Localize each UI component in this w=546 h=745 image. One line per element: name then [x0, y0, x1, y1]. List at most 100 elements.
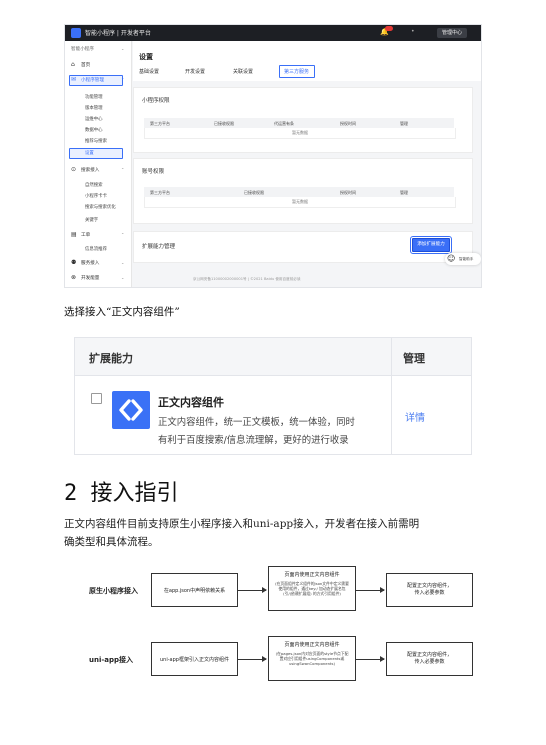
footer-text: 京公网安备11000002000001号 | ©2021 Baidu 使用百度前…: [193, 277, 301, 281]
sidebar-item-label: 搜索接入: [81, 168, 100, 173]
search-icon: ⊙: [71, 166, 77, 173]
flow-row2-step2: 页面内使用正文内容组件 (在pages.json内对应页面的style节点下配置…: [268, 636, 356, 681]
mini-program-permission-card: 小程序权限 第三方平台 已接收权限 代运营有条 授权时间 管理 暂无数据: [133, 87, 473, 153]
sidebar-sub-data[interactable]: 数据中心: [85, 127, 103, 133]
step-note: (在页面组件定义组件的json文件中定义需要使用的组件，通过key:/ 加动态扩…: [275, 581, 349, 596]
paragraph-line-2: 确类型和具体流程。: [64, 536, 159, 548]
document-icon: ▤: [71, 231, 77, 238]
flow-row1-step3: 配置正文内容组件， 传入必要参数: [386, 573, 473, 607]
column-divider: [391, 338, 392, 454]
section-title: 小程序权限: [142, 98, 170, 104]
table-header: 第三方平台 已接收权限 代运营有条 授权时间 管理: [144, 118, 454, 128]
column-header: 已接收权限: [244, 190, 264, 195]
sidebar-selected-highlight: [69, 148, 123, 159]
column-header: 授权时间: [340, 121, 356, 126]
section-heading: 2 接入指引: [64, 481, 179, 506]
flow-row1-label: 原生小程序接入: [89, 587, 138, 595]
step-text: 在app.json中声明依赖关系: [163, 588, 226, 594]
sidebar-item-label: 工单: [81, 233, 91, 238]
console-button[interactable]: 管理中心: [437, 28, 467, 38]
account-permission-card: 账号权限 第三方平台 已接收权限 授权时间 管理 暂无数据: [133, 158, 473, 224]
chevron-up-icon: ⌃: [121, 232, 125, 237]
step-title: 页面内使用正文内容组件: [284, 642, 340, 648]
flow-row2-step1: uni-app框架引入正文内容组件: [151, 642, 238, 676]
figure-caption: 选择接入“正文内容组件”: [64, 306, 180, 318]
empty-state: 暂无数据: [144, 128, 456, 139]
sidebar-item-label: 首页: [81, 63, 91, 68]
column-header-ability: 扩展能力: [89, 352, 133, 365]
sidebar-sub-ops[interactable]: 运维中心: [85, 116, 103, 122]
detail-link[interactable]: 详情: [405, 409, 425, 424]
notification-badge: [385, 26, 393, 31]
chevrons-logo-icon: [119, 399, 143, 421]
sidebar-item-label: 服务接入: [81, 261, 100, 266]
column-header: 代运营有条: [274, 121, 294, 126]
step-text: uni-app框架引入正文内容组件: [160, 657, 229, 663]
robot-icon: ☺: [447, 254, 456, 263]
flow-arrow: [238, 587, 267, 593]
component-logo-icon: [112, 391, 150, 429]
column-header: 管理: [400, 190, 408, 195]
service-icon: ⚉: [71, 259, 77, 266]
sidebar-sub-keyword[interactable]: 关键字: [85, 217, 98, 223]
assistant-label: 智能助手: [459, 257, 474, 261]
tab-related[interactable]: 关联设置: [233, 68, 253, 75]
flow-row2-label: uni-app接入: [89, 656, 134, 664]
platform-screenshot: 智能小程序 | 开发者平台 🔔 • 管理中心 智能小程序 ⌄ ⌂ 首页 ✉ 小程…: [64, 24, 482, 288]
chevron-down-icon: ⌄: [121, 46, 125, 51]
flow-row2-step3: 配置正文内容组件， 传入必要参数: [386, 642, 473, 676]
section-title: 账号权限: [142, 169, 165, 175]
chevron-down-icon: ⌄: [121, 275, 125, 280]
page-title: 设置: [139, 53, 153, 61]
column-header: 第三方平台: [150, 190, 170, 195]
home-icon: ⌂: [71, 61, 75, 68]
step-text: 配置正文内容组件， 传入必要参数: [406, 652, 452, 665]
chevron-up-icon: ⌃: [121, 77, 125, 82]
column-header: 授权时间: [340, 190, 356, 195]
extension-table: 扩展能力 管理 正文内容组件 正文内容组件，统一正文模板，统一体验，同时 有利于…: [74, 337, 472, 455]
column-header-manage: 管理: [403, 352, 425, 365]
component-description-line2: 有利于百度搜索/信息流理解，更好的进行收录: [158, 435, 349, 446]
sidebar-sub-push[interactable]: 推荐与搜索: [85, 138, 107, 144]
sidebar-sub-version[interactable]: 版本管理: [85, 105, 103, 111]
chevron-down-icon: ⌄: [121, 260, 125, 265]
sidebar-sub-natural[interactable]: 自然搜索: [85, 182, 103, 188]
sidebar-sub-settings[interactable]: 设置: [85, 150, 94, 156]
sidebar-sub-func[interactable]: 功能管理: [85, 94, 103, 100]
main-content: 设置 基础设置 开发设置 关联设置 第三方服务 小程序权限 第三方平台 已接收权…: [133, 41, 481, 287]
sidebar-sub-card[interactable]: 小程序卡卡: [85, 193, 107, 199]
column-header: 管理: [400, 121, 408, 126]
flow-arrow: [356, 656, 385, 662]
add-extension-button[interactable]: 添加扩展能力: [410, 236, 452, 254]
sidebar-sub-feed[interactable]: 信息流推荐: [85, 246, 107, 252]
empty-state: 暂无数据: [144, 197, 456, 208]
extension-card: 扩展能力管理 添加扩展能力: [133, 231, 473, 263]
platform-brand: 智能小程序 | 开发者平台: [85, 30, 151, 37]
tab-third-party[interactable]: 第三方服务: [284, 68, 309, 75]
sidebar-sub-web[interactable]: 搜索与搜索优化: [85, 204, 116, 210]
user-menu[interactable]: •: [411, 28, 415, 35]
section-title: 扩展能力管理: [142, 244, 176, 250]
component-description-line1: 正文内容组件，统一正文模板，统一体验，同时: [158, 417, 355, 428]
energy-icon: ⊗: [71, 274, 77, 281]
flow-row1-step2: 页面内使用正文内容组件 (在页面组件定义组件的json文件中定义需要使用的组件，…: [268, 566, 356, 611]
assistant-widget[interactable]: ☺ 智能助手: [445, 253, 481, 265]
step-title: 页面内使用正文内容组件: [284, 572, 340, 578]
chevron-up-icon: ⌃: [121, 167, 125, 172]
column-header: 已接收权限: [214, 121, 234, 126]
column-header: 第三方平台: [150, 121, 170, 126]
tab-basic[interactable]: 基础设置: [139, 68, 159, 75]
app-logo-icon: [71, 28, 81, 38]
step-note: (在pages.json内对应页面的style节点下配置对应引用组件usingC…: [275, 651, 349, 666]
table-header: 第三方平台 已接收权限 授权时间 管理: [144, 187, 454, 197]
component-checkbox[interactable]: [91, 393, 102, 404]
top-bar: 智能小程序 | 开发者平台 🔔 • 管理中心: [65, 25, 481, 41]
paragraph-line-1: 正文内容组件目前支持原生小程序接入和uni-app接入，开发者在接入前需明: [64, 518, 420, 530]
flow-arrow: [356, 587, 385, 593]
flow-row1-step1: 在app.json中声明依赖关系: [151, 573, 238, 607]
step-text: 配置正文内容组件， 传入必要参数: [406, 583, 452, 596]
flow-arrow: [238, 656, 267, 662]
tab-dev[interactable]: 开发设置: [185, 68, 205, 75]
mail-icon: ✉: [71, 76, 77, 83]
sidebar-item-label: 开发能量: [81, 276, 100, 281]
